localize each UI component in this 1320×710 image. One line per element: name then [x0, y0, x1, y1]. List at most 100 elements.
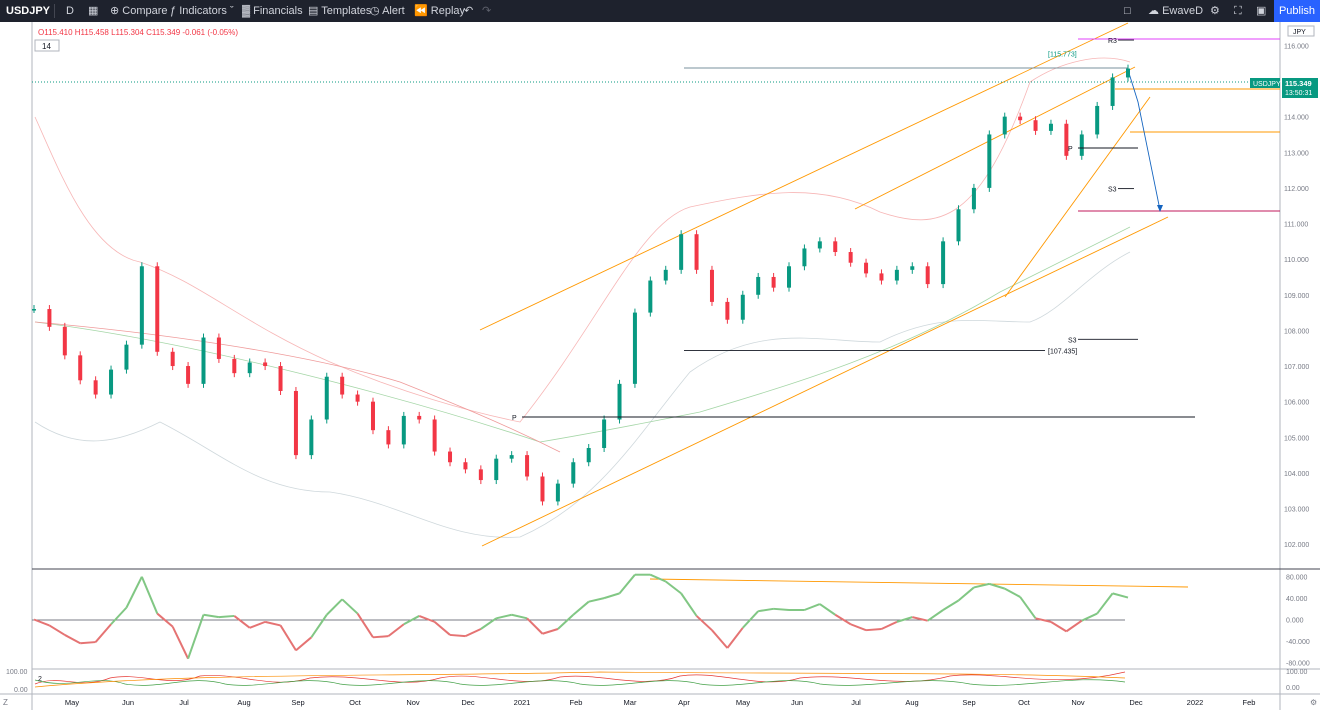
- redo-icon[interactable]: ↷: [482, 0, 491, 22]
- price-candle: [679, 234, 684, 270]
- alert-label: Alert: [382, 5, 405, 17]
- price-candle: [987, 134, 992, 188]
- financials-icon: ▓: [242, 5, 251, 17]
- osc-tick-label: 40.000: [1286, 596, 1308, 603]
- price-candle: [802, 248, 807, 267]
- osc-segment: [372, 635, 389, 639]
- price-candle: [186, 366, 191, 384]
- price-candle: [771, 276, 776, 288]
- annotation-label: [115.773]: [1048, 51, 1077, 58]
- indicators-label: Indicators: [179, 5, 227, 17]
- price-chart[interactable]: R3[115.773]PS3S3[107.435]P 116.000115.00…: [0, 22, 1320, 710]
- price-candle: [1048, 123, 1053, 131]
- osc-segment: [449, 633, 466, 638]
- time-tick-label: Mar: [624, 698, 637, 707]
- interval-button[interactable]: D: [66, 0, 74, 22]
- price-candle: [879, 273, 884, 281]
- price-candle: [725, 301, 730, 320]
- layout-select-icon[interactable]: □: [1124, 0, 1131, 22]
- indicators-button[interactable]: ƒ Indicators ˇ: [170, 0, 234, 22]
- time-tick-label: Feb: [570, 698, 583, 707]
- price-tick-label: 111.000: [1284, 222, 1308, 229]
- osc-segment: [80, 641, 96, 645]
- replay-icon: ⏪: [414, 5, 428, 17]
- price-candle: [894, 269, 899, 281]
- price-candle: [293, 390, 298, 456]
- price-candle: [370, 401, 375, 431]
- templates-icon: ▤: [308, 5, 319, 17]
- symbol-search-button[interactable]: USDJPY: [6, 0, 50, 22]
- price-candle: [432, 419, 437, 452]
- time-tick-label: Oct: [349, 698, 362, 707]
- price-candle: [571, 462, 576, 484]
- price-candle: [386, 430, 391, 445]
- price-candle: [709, 269, 714, 302]
- settings-gear-icon-bottom[interactable]: ⚙: [1310, 698, 1317, 707]
- fullscreen-icon[interactable]: ⛶: [1234, 0, 1242, 22]
- price-candle: [864, 262, 869, 274]
- chart-type-icon[interactable]: ▦: [88, 0, 98, 22]
- price-candle: [817, 241, 822, 249]
- chevron-down-icon: ˇ: [229, 5, 234, 17]
- indicator-param-label: 14: [42, 42, 51, 51]
- price-candle: [602, 419, 607, 448]
- price-candle: [32, 309, 36, 311]
- annotation-label: S3: [1068, 337, 1077, 344]
- price-candle: [124, 344, 129, 370]
- layout-name-label: EwaveD: [1162, 5, 1204, 17]
- price-tick-label: 113.000: [1284, 150, 1309, 157]
- price-candle: [478, 469, 483, 481]
- osc-segment: [218, 614, 235, 619]
- price-candle: [232, 358, 237, 374]
- time-tick-label: Apr: [678, 698, 690, 707]
- cloud-icon: ☁: [1148, 5, 1159, 17]
- templates-button[interactable]: ▤ Templates: [308, 0, 371, 22]
- undo-icon[interactable]: ↶: [464, 0, 473, 22]
- osc-tick-label: 0.000: [1286, 618, 1304, 625]
- templates-label: Templates: [321, 5, 372, 17]
- price-candle: [1033, 120, 1038, 131]
- time-tick-label: Jul: [851, 698, 861, 707]
- chart-background: [0, 22, 1320, 710]
- financials-button[interactable]: ▓ Financials: [242, 0, 303, 22]
- time-tick-label: Sep: [962, 698, 975, 707]
- time-tick-label: Dec: [1129, 698, 1143, 707]
- osc2-tick-label: 0.00: [1286, 685, 1300, 692]
- price-candle: [1126, 68, 1130, 78]
- price-candle: [139, 266, 144, 345]
- publish-button[interactable]: Publish: [1274, 0, 1320, 22]
- osc-segment: [865, 628, 882, 632]
- time-tick-label: Feb: [1243, 698, 1256, 707]
- price-candle: [1110, 77, 1115, 106]
- settings-gear-icon[interactable]: ⚙: [1210, 0, 1220, 22]
- time-tick-label: Sep: [291, 698, 304, 707]
- price-tick-label: 107.000: [1284, 364, 1309, 371]
- replay-button[interactable]: ⏪ Replay: [414, 0, 465, 22]
- annotation-label: P: [1068, 146, 1073, 153]
- time-tick-label: May: [736, 698, 750, 707]
- price-tick-label: 112.000: [1284, 186, 1309, 193]
- price-candle: [62, 326, 67, 356]
- camera-snapshot-icon[interactable]: ▣: [1256, 0, 1266, 22]
- price-tick-label: 105.000: [1284, 435, 1309, 442]
- price-tick-label: 108.000: [1284, 328, 1309, 335]
- price-candle: [263, 362, 268, 367]
- zoom-z-button[interactable]: Z: [3, 698, 8, 707]
- price-candle: [756, 276, 761, 295]
- price-candle: [401, 415, 406, 445]
- price-candle: [694, 234, 699, 270]
- time-tick-label: Aug: [905, 698, 918, 707]
- price-candle: [740, 294, 745, 320]
- osc-tick-label: -80.000: [1286, 661, 1310, 668]
- price-candle: [278, 366, 283, 391]
- price-candle: [1002, 116, 1007, 135]
- annotation-label: R3: [1108, 38, 1117, 45]
- price-candle: [324, 376, 329, 420]
- price-candle: [787, 266, 792, 288]
- alert-button[interactable]: ◷ Alert: [370, 0, 405, 22]
- compare-button[interactable]: ⊕ Compare: [110, 0, 168, 22]
- time-tick-label: Jun: [122, 698, 134, 707]
- price-candle: [617, 383, 622, 420]
- price-candle: [956, 209, 961, 242]
- layout-name-button[interactable]: ☁ EwaveD: [1148, 0, 1203, 22]
